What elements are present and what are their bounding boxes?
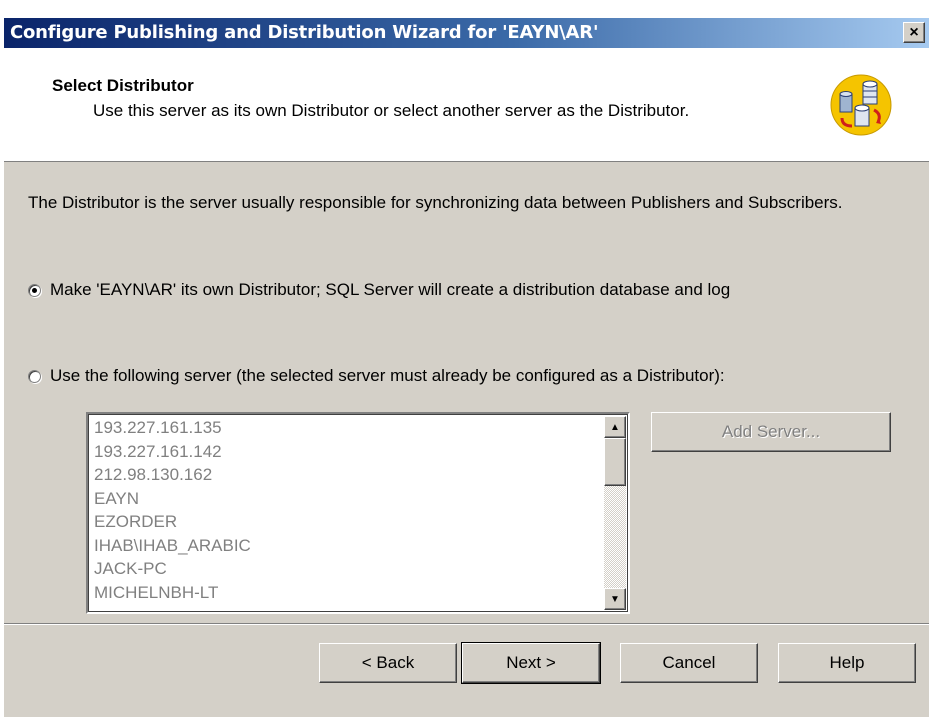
help-button[interactable]: Help	[778, 643, 916, 683]
title-bar[interactable]: Configure Publishing and Distribution Wi…	[4, 18, 929, 48]
page-title: Select Distributor	[52, 76, 194, 95]
page-subtitle: Use this server as its own Distributor o…	[93, 101, 690, 120]
arrow-up-icon: ▲	[610, 421, 620, 433]
scroll-up-button[interactable]: ▲	[604, 416, 626, 438]
next-button[interactable]: Next >	[461, 642, 601, 684]
list-item[interactable]: IHAB\IHAB_ARABIC	[94, 534, 599, 558]
list-item[interactable]: EZORDER	[94, 510, 599, 534]
close-button[interactable]: ×	[903, 22, 925, 43]
wizard-header: Select Distributor Use this server as it…	[4, 48, 929, 162]
list-item[interactable]: 193.227.161.135	[94, 416, 599, 440]
back-button[interactable]: < Back	[319, 643, 457, 683]
server-list: 193.227.161.135 193.227.161.142 212.98.1…	[94, 416, 599, 604]
other-server-radio[interactable]	[28, 369, 41, 383]
window-title: Configure Publishing and Distribution Wi…	[10, 22, 599, 43]
other-server-option[interactable]: Use the following server (the selected s…	[28, 366, 725, 386]
other-server-label: Use the following server (the selected s…	[50, 366, 725, 385]
server-listbox[interactable]: 193.227.161.135 193.227.161.142 212.98.1…	[86, 412, 630, 614]
list-item[interactable]: 212.98.130.162	[94, 463, 599, 487]
server-replication-icon	[830, 74, 892, 136]
vertical-scrollbar[interactable]: ▲ ▼	[604, 416, 626, 610]
add-server-button[interactable]: Add Server...	[651, 412, 891, 452]
list-item[interactable]: JACK-PC	[94, 557, 599, 581]
list-item[interactable]: EAYN	[94, 487, 599, 511]
scroll-thumb[interactable]	[604, 438, 626, 486]
close-icon: ×	[909, 23, 919, 41]
own-distributor-label: Make 'EAYN\AR' its own Distributor; SQL …	[50, 280, 731, 299]
list-item[interactable]: 193.227.161.142	[94, 440, 599, 464]
arrow-down-icon: ▼	[610, 593, 620, 605]
footer-divider	[4, 623, 929, 625]
own-distributor-radio[interactable]	[28, 283, 41, 297]
own-distributor-option[interactable]: Make 'EAYN\AR' its own Distributor; SQL …	[28, 280, 730, 300]
scroll-down-button[interactable]: ▼	[604, 588, 626, 610]
description-text: The Distributor is the server usually re…	[28, 193, 843, 212]
list-item[interactable]: MICHELNBH-LT	[94, 581, 599, 605]
wizard-window: Configure Publishing and Distribution Wi…	[4, 18, 929, 717]
cancel-button[interactable]: Cancel	[620, 643, 758, 683]
